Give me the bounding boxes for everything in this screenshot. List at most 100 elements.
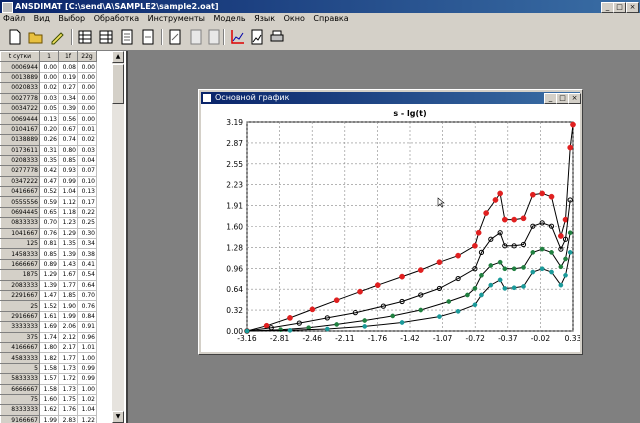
table-row[interactable]: 0277778 0.42 0.93 0.07 xyxy=(0,165,97,177)
value-cell[interactable]: 1.90 xyxy=(58,300,78,312)
time-cell[interactable]: 0027778 xyxy=(0,92,40,104)
table-row[interactable]: 6666667 1.58 1.73 1.00 xyxy=(0,383,97,395)
value-cell[interactable]: 0.59 xyxy=(39,196,59,208)
value-cell[interactable]: 1.58 xyxy=(39,362,59,375)
print-icon[interactable] xyxy=(268,28,286,46)
value-cell[interactable]: 0.20 xyxy=(39,123,59,136)
graph-icon[interactable] xyxy=(248,28,266,46)
table-row[interactable]: 1458333 0.85 1.39 0.38 xyxy=(0,248,97,260)
table-row[interactable]: 0013889 0.00 0.19 0.00 xyxy=(0,71,97,84)
table-row[interactable]: 0208333 0.35 0.85 0.04 xyxy=(0,154,97,167)
value-cell[interactable]: 1.99 xyxy=(58,310,78,323)
open-icon[interactable] xyxy=(27,28,45,46)
time-cell[interactable]: 4583333 xyxy=(0,352,40,364)
value-cell[interactable]: 0.64 xyxy=(77,279,97,292)
table-row[interactable]: 8333333 1.62 1.76 1.04 xyxy=(0,404,97,416)
value-cell[interactable]: 1.69 xyxy=(39,321,59,333)
value-cell[interactable]: 0.70 xyxy=(77,289,97,302)
value-cell[interactable]: 0.00 xyxy=(39,61,59,73)
value-cell[interactable]: 1.35 xyxy=(58,238,78,250)
table-row[interactable]: 1666667 0.89 1.43 0.41 xyxy=(0,258,97,271)
table-row[interactable]: 0138889 0.26 0.74 0.02 xyxy=(0,134,97,146)
value-cell[interactable]: 1.01 xyxy=(77,341,97,354)
menu-file[interactable]: Файл xyxy=(0,13,28,25)
time-cell[interactable]: 0694445 xyxy=(0,206,40,219)
value-cell[interactable]: 0.99 xyxy=(77,373,97,385)
value-cell[interactable]: 1.39 xyxy=(58,248,78,260)
time-cell[interactable]: 6666667 xyxy=(0,383,40,395)
value-cell[interactable]: 0.34 xyxy=(58,92,78,104)
value-cell[interactable]: 0.67 xyxy=(58,123,78,136)
value-cell[interactable]: 1.02 xyxy=(77,393,97,406)
value-cell[interactable]: 1.29 xyxy=(39,269,59,281)
graph-close-button[interactable]: × xyxy=(568,93,581,104)
value-cell[interactable]: 0.08 xyxy=(58,61,78,73)
value-cell[interactable]: 0.00 xyxy=(77,61,97,73)
time-cell[interactable]: 125 xyxy=(0,238,40,250)
value-cell[interactable]: 0.00 xyxy=(77,71,97,84)
value-cell[interactable]: 0.34 xyxy=(77,238,97,250)
value-cell[interactable]: 1.29 xyxy=(58,227,78,240)
menu-processing[interactable]: Обработка xyxy=(91,13,142,25)
value-cell[interactable]: 0.96 xyxy=(77,331,97,343)
table-row[interactable]: 1875 1.29 1.67 0.54 xyxy=(0,269,97,281)
value-cell[interactable]: 1.99 xyxy=(39,414,59,423)
table-row[interactable]: 4166667 1.80 2.17 1.01 xyxy=(0,341,97,354)
edit-icon[interactable] xyxy=(48,28,66,46)
value-cell[interactable]: 1.62 xyxy=(39,404,59,416)
time-cell[interactable]: 5 xyxy=(0,362,40,375)
table-row[interactable]: 1041667 0.76 1.29 0.30 xyxy=(0,227,97,240)
scroll-down-button[interactable]: ▼ xyxy=(112,411,124,423)
value-cell[interactable]: 1.74 xyxy=(39,331,59,343)
value-cell[interactable]: 1.61 xyxy=(39,310,59,323)
table-row[interactable]: 25 1.52 1.90 0.76 xyxy=(0,300,97,312)
table-header-1[interactable]: 1 xyxy=(39,51,59,63)
table-row[interactable]: 375 1.74 2.12 0.96 xyxy=(0,331,97,343)
value-cell[interactable]: 0.02 xyxy=(39,82,59,94)
value-cell[interactable]: 0.02 xyxy=(77,134,97,146)
time-cell[interactable]: 375 xyxy=(0,331,40,343)
value-cell[interactable]: 1.72 xyxy=(58,373,78,385)
doc4-icon[interactable] xyxy=(187,28,205,46)
value-cell[interactable]: 0.84 xyxy=(77,310,97,323)
value-cell[interactable]: 0.07 xyxy=(77,165,97,177)
table-row[interactable]: 75 1.60 1.75 1.02 xyxy=(0,393,97,406)
time-cell[interactable]: 2916667 xyxy=(0,310,40,323)
menu-view[interactable]: Вид xyxy=(31,13,53,25)
table-row[interactable]: 0020833 0.02 0.27 0.00 xyxy=(0,82,97,94)
value-cell[interactable]: 0.00 xyxy=(77,92,97,104)
table-row[interactable]: 0104167 0.20 0.67 0.01 xyxy=(0,123,97,136)
menu-window[interactable]: Окно xyxy=(281,13,308,25)
time-cell[interactable]: 1875 xyxy=(0,269,40,281)
value-cell[interactable]: 1.00 xyxy=(77,352,97,364)
value-cell[interactable]: 0.19 xyxy=(58,71,78,84)
value-cell[interactable]: 0.65 xyxy=(39,206,59,219)
value-cell[interactable]: 1.57 xyxy=(39,373,59,385)
value-cell[interactable]: 0.54 xyxy=(77,269,97,281)
value-cell[interactable]: 1.52 xyxy=(39,300,59,312)
time-cell[interactable]: 3333333 xyxy=(0,321,40,333)
value-cell[interactable]: 0.00 xyxy=(39,71,59,84)
value-cell[interactable]: 0.03 xyxy=(77,144,97,156)
value-cell[interactable]: 0.00 xyxy=(77,102,97,115)
value-cell[interactable]: 1.04 xyxy=(58,186,78,198)
value-cell[interactable]: 0.10 xyxy=(77,175,97,188)
chart-svg[interactable]: s - lg(t)-3.16 -2.81 -2.46 -2.11 -1.76 -1.42-… xyxy=(201,104,581,352)
value-cell[interactable]: 1.76 xyxy=(58,404,78,416)
value-cell[interactable]: 0.01 xyxy=(77,123,97,136)
value-cell[interactable]: 1.73 xyxy=(58,362,78,375)
time-cell[interactable]: 2291667 xyxy=(0,289,40,302)
time-cell[interactable]: 0104167 xyxy=(0,123,40,136)
time-cell[interactable]: 0006944 xyxy=(0,61,40,73)
table-row[interactable]: 0347222 0.47 0.99 0.10 xyxy=(0,175,97,188)
value-cell[interactable]: 0.13 xyxy=(39,113,59,125)
time-cell[interactable]: 0069444 xyxy=(0,113,40,125)
time-cell[interactable]: 0208333 xyxy=(0,154,40,167)
value-cell[interactable]: 0.85 xyxy=(39,248,59,260)
time-cell[interactable]: 1666667 xyxy=(0,258,40,271)
value-cell[interactable]: 1.75 xyxy=(58,393,78,406)
value-cell[interactable]: 0.05 xyxy=(39,102,59,115)
time-cell[interactable]: 5833333 xyxy=(0,373,40,385)
table-row[interactable]: 0006944 0.00 0.08 0.00 xyxy=(0,61,97,73)
table-row[interactable]: 0555556 0.59 1.12 0.17 xyxy=(0,196,97,208)
